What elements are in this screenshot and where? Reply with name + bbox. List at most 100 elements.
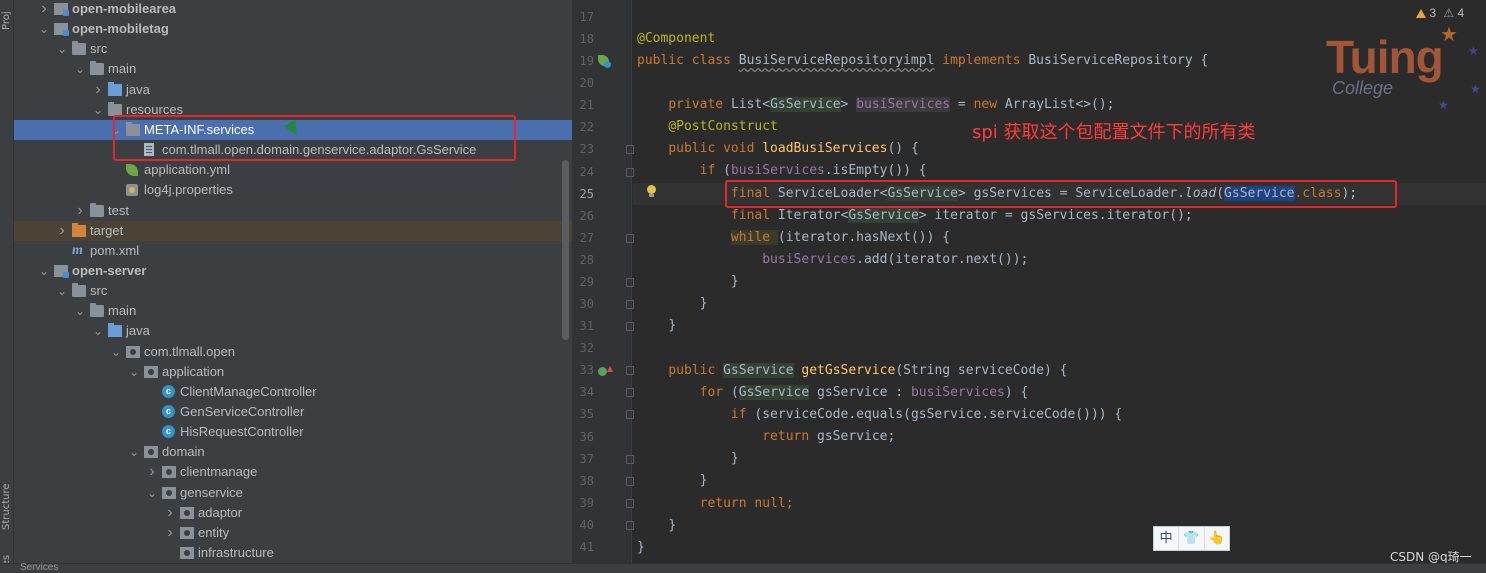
chevron-down-icon[interactable]: ⌄ bbox=[74, 59, 86, 79]
line-number: 31 bbox=[579, 319, 594, 333]
tree-item[interactable]: › adaptor bbox=[14, 503, 572, 523]
tree-item[interactable]: ⌄ src bbox=[14, 39, 572, 59]
project-tool-tab[interactable]: Proj bbox=[0, 0, 14, 30]
tree-item[interactable]: › entity bbox=[14, 523, 572, 543]
tree-item[interactable]: ⌄ domain bbox=[14, 442, 572, 462]
ime-language-toggle[interactable]: 中 bbox=[1154, 527, 1180, 550]
chevron-down-icon[interactable]: ⌄ bbox=[92, 100, 104, 120]
chevron-down-icon[interactable]: ⌄ bbox=[38, 261, 50, 281]
fold-marker-icon[interactable] bbox=[626, 322, 634, 331]
tree-item-label: application.yml bbox=[144, 162, 230, 177]
tree-item[interactable]: application.yml bbox=[14, 160, 572, 180]
chevron-right-icon[interactable]: › bbox=[164, 503, 176, 523]
ime-skin-icon[interactable]: 👕 bbox=[1179, 527, 1205, 550]
chevron-down-icon[interactable]: ⌄ bbox=[56, 281, 68, 301]
chevron-down-icon[interactable]: ⌄ bbox=[38, 19, 50, 39]
tree-item[interactable]: › target bbox=[14, 221, 572, 241]
code-line-37: } bbox=[730, 451, 739, 466]
spring-bean-gutter-icon[interactable] bbox=[598, 55, 612, 69]
line-number: 17 bbox=[579, 10, 594, 24]
tree-item[interactable]: ⌄ main bbox=[14, 301, 572, 321]
fold-marker-icon[interactable] bbox=[626, 145, 634, 154]
chevron-down-icon[interactable]: ⌄ bbox=[128, 362, 140, 382]
chevron-right-icon[interactable]: › bbox=[74, 201, 86, 221]
chevron-down-icon[interactable]: ⌄ bbox=[146, 483, 158, 503]
chevron-right-icon[interactable]: › bbox=[92, 80, 104, 100]
ime-toolbar: 中 👕 👆 bbox=[1153, 526, 1230, 551]
line-number: 22 bbox=[579, 120, 594, 134]
tree-item[interactable]: ⌄ open-server bbox=[14, 261, 572, 281]
tree-item[interactable]: c HisRequestController bbox=[14, 422, 572, 442]
tree-item-label: entity bbox=[198, 525, 230, 540]
structure-tool-tab[interactable]: Structure bbox=[0, 468, 14, 530]
tree-item[interactable]: ⌄ genservice bbox=[14, 483, 572, 503]
tree-item-label: genservice bbox=[180, 485, 243, 500]
code-line-26: final Iterator<GsService> iterator = gsS… bbox=[730, 208, 1193, 223]
code-line-40: } bbox=[668, 518, 677, 533]
tree-item-label: log4j.properties bbox=[144, 182, 233, 197]
tree-item[interactable]: › clientmanage bbox=[14, 462, 572, 482]
chevron-down-icon[interactable]: ⌄ bbox=[56, 39, 68, 59]
package-icon bbox=[144, 446, 158, 458]
chevron-down-icon[interactable]: ⌄ bbox=[110, 120, 122, 140]
chevron-down-icon[interactable]: ⌄ bbox=[110, 342, 122, 362]
tree-item[interactable]: ⌄ open-mobiletag bbox=[14, 19, 572, 39]
tree-item[interactable]: ⌄ application bbox=[14, 362, 572, 382]
tree-item[interactable]: ⌄ src bbox=[14, 281, 572, 301]
chevron-right-icon[interactable]: › bbox=[164, 523, 176, 543]
chevron-right-icon[interactable]: › bbox=[38, 0, 50, 19]
tree-item[interactable]: › java bbox=[14, 80, 572, 100]
code-line-34: for (GsService gsService : busiServices)… bbox=[699, 385, 1029, 400]
line-number: 18 bbox=[579, 32, 594, 46]
fold-marker-icon[interactable] bbox=[626, 477, 634, 486]
tree-scrollbar[interactable] bbox=[562, 160, 569, 340]
chevron-down-icon[interactable]: ⌄ bbox=[74, 301, 86, 321]
chevron-right-icon[interactable]: › bbox=[146, 462, 158, 482]
tree-item[interactable]: m pom.xml bbox=[14, 241, 572, 261]
code-line-25: final ServiceLoader<GsService> gsService… bbox=[730, 186, 1358, 201]
tree-item[interactable]: ⌄ main bbox=[14, 59, 572, 79]
fold-marker-icon[interactable] bbox=[626, 388, 634, 397]
tree-item[interactable]: ⌄ resources bbox=[14, 100, 572, 120]
chevron-down-icon[interactable]: ⌄ bbox=[128, 442, 140, 462]
line-number: 28 bbox=[579, 253, 594, 267]
tree-item[interactable]: c GenServiceController bbox=[14, 402, 572, 422]
tree-item[interactable]: log4j.properties bbox=[14, 180, 572, 200]
fold-marker-icon[interactable] bbox=[626, 455, 634, 464]
fold-marker-icon[interactable] bbox=[626, 521, 634, 530]
chevron-down-icon[interactable]: ⌄ bbox=[92, 321, 104, 341]
package-icon bbox=[162, 466, 176, 478]
line-number: 33 bbox=[579, 363, 594, 377]
fold-marker-icon[interactable] bbox=[626, 168, 634, 177]
code-line-31: } bbox=[668, 318, 677, 333]
properties-icon bbox=[126, 184, 138, 196]
fold-marker-icon[interactable] bbox=[626, 366, 634, 375]
tree-item[interactable]: › test bbox=[14, 201, 572, 221]
line-number: 32 bbox=[579, 341, 594, 355]
fold-marker-icon[interactable] bbox=[626, 278, 634, 287]
fold-marker-icon[interactable] bbox=[626, 499, 634, 508]
fold-marker-icon[interactable] bbox=[626, 234, 634, 243]
fold-marker-icon[interactable] bbox=[626, 300, 634, 309]
tree-item[interactable]: ⌄ java bbox=[14, 321, 572, 341]
tree-item[interactable]: c ClientManageController bbox=[14, 382, 572, 402]
tree-item-label: HisRequestController bbox=[180, 424, 304, 439]
tool-window-strip: Proj Structure ites bbox=[0, 0, 14, 573]
tree-item-label: src bbox=[90, 41, 108, 56]
code-line-41: } bbox=[637, 540, 645, 555]
fold-marker-icon[interactable] bbox=[626, 410, 634, 419]
tree-item[interactable]: ⌄ com.tlmall.open bbox=[14, 342, 572, 362]
line-number: 41 bbox=[579, 540, 594, 554]
services-tab[interactable]: Services bbox=[20, 562, 58, 573]
tree-item[interactable]: infrastructure bbox=[14, 543, 572, 563]
code-line-28: busiServices.add(iterator.next()); bbox=[762, 252, 1029, 267]
code-line-21: private List<GsService> busiServices = n… bbox=[668, 97, 1115, 112]
implementation-gutter-icon[interactable] bbox=[598, 366, 613, 380]
tree-item[interactable]: › open-mobilearea bbox=[14, 0, 572, 19]
chevron-right-icon[interactable]: › bbox=[56, 221, 68, 241]
ime-hand-icon[interactable]: 👆 bbox=[1205, 527, 1229, 550]
inspection-widget[interactable]: 3 ⚠ 4 bbox=[1416, 6, 1464, 20]
tree-item-label: META-INF.services bbox=[144, 122, 255, 137]
intention-bulb-icon[interactable] bbox=[646, 185, 657, 198]
tree-item[interactable]: com.tlmall.open.domain.genservice.adapto… bbox=[14, 140, 572, 160]
